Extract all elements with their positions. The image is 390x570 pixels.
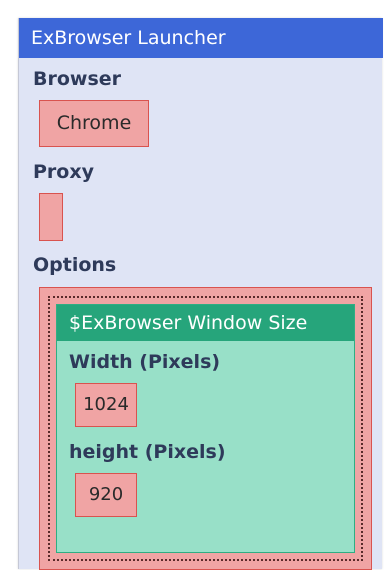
browser-select[interactable]: Chrome xyxy=(39,100,149,147)
group-title: $ExBrowser Window Size xyxy=(57,305,354,341)
options-container: $ExBrowser Window Size Width (Pixels) 10… xyxy=(39,287,372,570)
browser-label: Browser xyxy=(33,68,122,90)
width-input[interactable]: 1024 xyxy=(75,383,137,427)
launcher-window: ExBrowser Launcher Browser Chrome Proxy … xyxy=(18,18,383,570)
height-input[interactable]: 920 xyxy=(75,473,137,517)
window-size-group: $ExBrowser Window Size Width (Pixels) 10… xyxy=(56,304,355,553)
proxy-input[interactable] xyxy=(39,193,63,241)
proxy-label: Proxy xyxy=(33,161,94,183)
width-label: Width (Pixels) xyxy=(69,351,221,373)
options-label: Options xyxy=(33,254,117,276)
window-title: ExBrowser Launcher xyxy=(19,18,383,58)
height-label: height (Pixels) xyxy=(69,441,226,463)
options-dropzone: $ExBrowser Window Size Width (Pixels) 10… xyxy=(48,296,363,561)
